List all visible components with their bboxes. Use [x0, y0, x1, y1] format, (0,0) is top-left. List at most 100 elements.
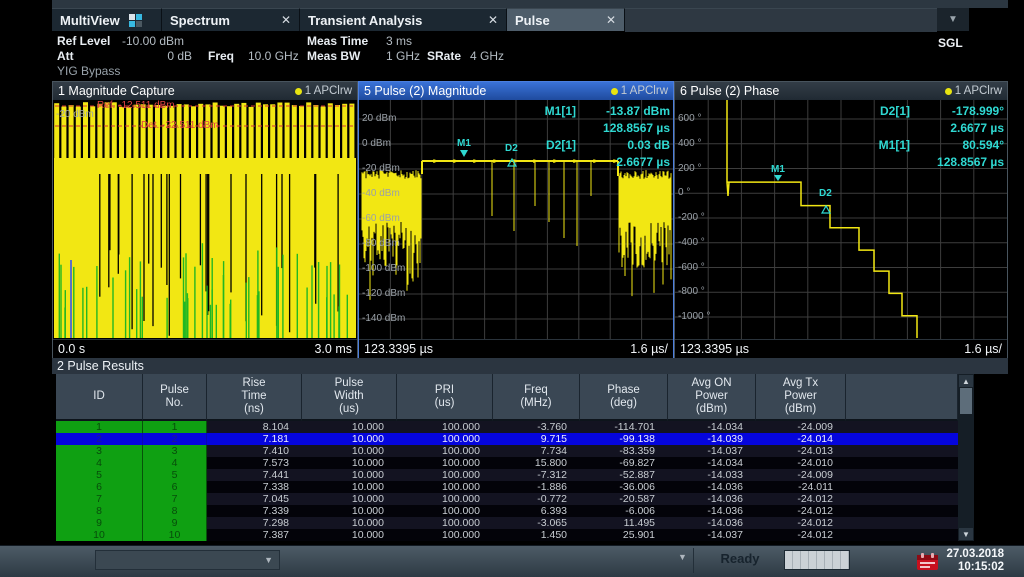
status-time: 10:15:02: [946, 561, 1004, 574]
chevron-down-icon[interactable]: ▼: [678, 552, 687, 562]
table-cell-id: 7: [56, 493, 143, 505]
table-cell: -24.009: [756, 421, 846, 433]
table-cell: -14.039: [668, 433, 756, 445]
column-header[interactable]: Pulse No.: [143, 374, 207, 421]
column-header[interactable]: [846, 374, 958, 421]
column-header[interactable]: Rise Time (ns): [207, 374, 302, 421]
meas-time-label: Meas Time: [307, 34, 368, 48]
table-cell: [846, 457, 958, 469]
tab-bar-filler: [625, 8, 937, 32]
freq-value[interactable]: 10.0 GHz: [248, 49, 299, 63]
window-titlebar[interactable]: 6 Pulse (2) Phase 1 APClrw: [675, 82, 1007, 100]
meas-bw-value[interactable]: 1 GHz: [386, 49, 420, 63]
x-axis-scale: 1.6 µs/: [630, 342, 668, 356]
tab-transient-analysis[interactable]: Transient Analysis ✕: [300, 8, 507, 31]
marker-readout-line: 128.8567 µs: [860, 153, 1004, 170]
meas-time-value[interactable]: 3 ms: [386, 34, 412, 48]
table-cell: -14.037: [668, 445, 756, 457]
pulse-magnitude-plot[interactable]: M1 D2 M1[1]-13.87 dBm128.8567 µsD2[1]0.0…: [359, 100, 673, 339]
table-cell: -99.138: [580, 433, 668, 445]
tab-multiview[interactable]: MultiView: [52, 8, 162, 31]
status-dropdown[interactable]: ▼: [95, 550, 280, 570]
window-title: 5 Pulse (2) Magnitude: [364, 84, 486, 98]
y-axis-tick: -800 °: [678, 286, 705, 297]
close-icon[interactable]: ✕: [271, 13, 291, 27]
tab-label: Pulse: [515, 13, 550, 28]
window-pulse-phase: 6 Pulse (2) Phase 1 APClrw M1 D2 D2[1]-1…: [674, 81, 1008, 358]
scrollbar-thumb[interactable]: [960, 388, 972, 414]
scroll-down-icon[interactable]: ▼: [959, 528, 973, 540]
table-cell: -14.036: [668, 505, 756, 517]
tab-pulse[interactable]: Pulse ✕: [507, 8, 625, 31]
table-row[interactable]: 887.33910.000100.0006.393-6.006-14.036-2…: [56, 505, 958, 517]
table-cell: -52.887: [580, 469, 668, 481]
marker-d2-label[interactable]: D2: [505, 143, 518, 154]
tab-spectrum[interactable]: Spectrum ✕: [162, 8, 300, 31]
pulse-phase-plot[interactable]: M1 D2 D2[1]-178.999°2.6677 µsM1[1]80.594…: [675, 100, 1007, 339]
column-header[interactable]: ID: [56, 374, 143, 421]
x-axis-start: 123.3395 µs: [680, 342, 749, 356]
status-date: 27.03.2018: [946, 548, 1004, 561]
att-value[interactable]: 0 dB: [150, 49, 192, 63]
table-cell: 9.715: [493, 433, 580, 445]
marker-d2-label[interactable]: D2: [819, 188, 832, 199]
table-cell: -1.886: [493, 481, 580, 493]
table-row[interactable]: 10107.38710.000100.0001.45025.901-14.037…: [56, 529, 958, 541]
table-row[interactable]: 337.41010.000100.0007.734-83.359-14.037-…: [56, 445, 958, 457]
table-cell: 8.104: [207, 421, 302, 433]
column-header[interactable]: Avg ON Power (dBm): [668, 374, 756, 421]
table-cell: 100.000: [397, 445, 493, 457]
table-scrollbar[interactable]: ▲ ▼: [958, 374, 974, 541]
tab-overflow-dropdown[interactable]: ▼: [937, 8, 969, 31]
table-row[interactable]: 667.33810.000100.000-1.886-36.006-14.036…: [56, 481, 958, 493]
table-cell: [846, 493, 958, 505]
column-header[interactable]: Freq (MHz): [493, 374, 580, 421]
table-cell-id: 10: [56, 529, 143, 541]
table-cell: 6.393: [493, 505, 580, 517]
x-axis-start: 0.0 s: [58, 342, 85, 356]
table-cell: 7.410: [207, 445, 302, 457]
y-axis-tick: -400 °: [678, 237, 705, 248]
table-cell: -14.036: [668, 517, 756, 529]
close-icon[interactable]: ✕: [596, 13, 616, 27]
results-table-titlebar[interactable]: 2 Pulse Results: [52, 358, 1008, 374]
table-row[interactable]: 777.04510.000100.000-0.772-20.587-14.036…: [56, 493, 958, 505]
column-header[interactable]: Avg Tx Power (dBm): [756, 374, 846, 421]
column-header[interactable]: PRI (us): [397, 374, 493, 421]
table-cell-id: 1: [56, 421, 143, 433]
table-row[interactable]: 447.57310.000100.00015.800-69.827-14.034…: [56, 457, 958, 469]
table-row[interactable]: 557.44110.000100.000-7.312-52.887-14.033…: [56, 469, 958, 481]
window-pulse-magnitude: 5 Pulse (2) Magnitude 1 APClrw M1 D2 M1[…: [358, 81, 674, 358]
window-titlebar[interactable]: 5 Pulse (2) Magnitude 1 APClrw: [359, 82, 673, 100]
scroll-up-icon[interactable]: ▲: [959, 375, 973, 387]
trace-dot-icon: [611, 88, 618, 95]
y-axis-tick: -20 dBm: [56, 109, 94, 120]
table-cell: -24.010: [756, 457, 846, 469]
table-cell-id: 5: [56, 469, 143, 481]
chevron-down-icon: ▼: [264, 555, 273, 565]
y-axis-tick: 600 °: [678, 113, 701, 124]
table-cell: -3.760: [493, 421, 580, 433]
window-titlebar[interactable]: 1 Magnitude Capture 1 APClrw: [53, 82, 357, 100]
table-cell: 25.901: [580, 529, 668, 541]
marker-m1-label[interactable]: M1: [457, 138, 471, 149]
table-row[interactable]: 118.10410.000100.000-3.760-114.701-14.03…: [56, 421, 958, 433]
table-cell: 100.000: [397, 517, 493, 529]
table-cell: 7.441: [207, 469, 302, 481]
column-header[interactable]: Pulse Width (us): [302, 374, 397, 421]
table-row[interactable]: 997.29810.000100.000-3.06511.495-14.036-…: [56, 517, 958, 529]
y-axis-tick: -40 dBm: [362, 188, 400, 199]
trace-badge: 1 APClrw: [611, 85, 668, 97]
table-cell-id: 4: [143, 457, 207, 469]
det-line-label: Det. -22.511 dBm: [141, 120, 219, 131]
table-row[interactable]: 227.18110.000100.0009.715-99.138-14.039-…: [56, 433, 958, 445]
ref-level-value[interactable]: -10.00 dBm: [122, 34, 184, 48]
marker-readout-line: M1[1]-13.87 dBm: [526, 102, 670, 119]
column-header[interactable]: Phase (deg): [580, 374, 668, 421]
srate-value[interactable]: 4 GHz: [470, 49, 504, 63]
marker-m1-label[interactable]: M1: [771, 164, 785, 175]
close-icon[interactable]: ✕: [478, 13, 498, 27]
magnitude-capture-plot[interactable]: Ref. -12.511 dBm -20 dBm Det. -22.511 dB…: [53, 100, 357, 339]
table-cell: -24.012: [756, 505, 846, 517]
marker-readout-line: 2.6677 µs: [526, 153, 670, 170]
